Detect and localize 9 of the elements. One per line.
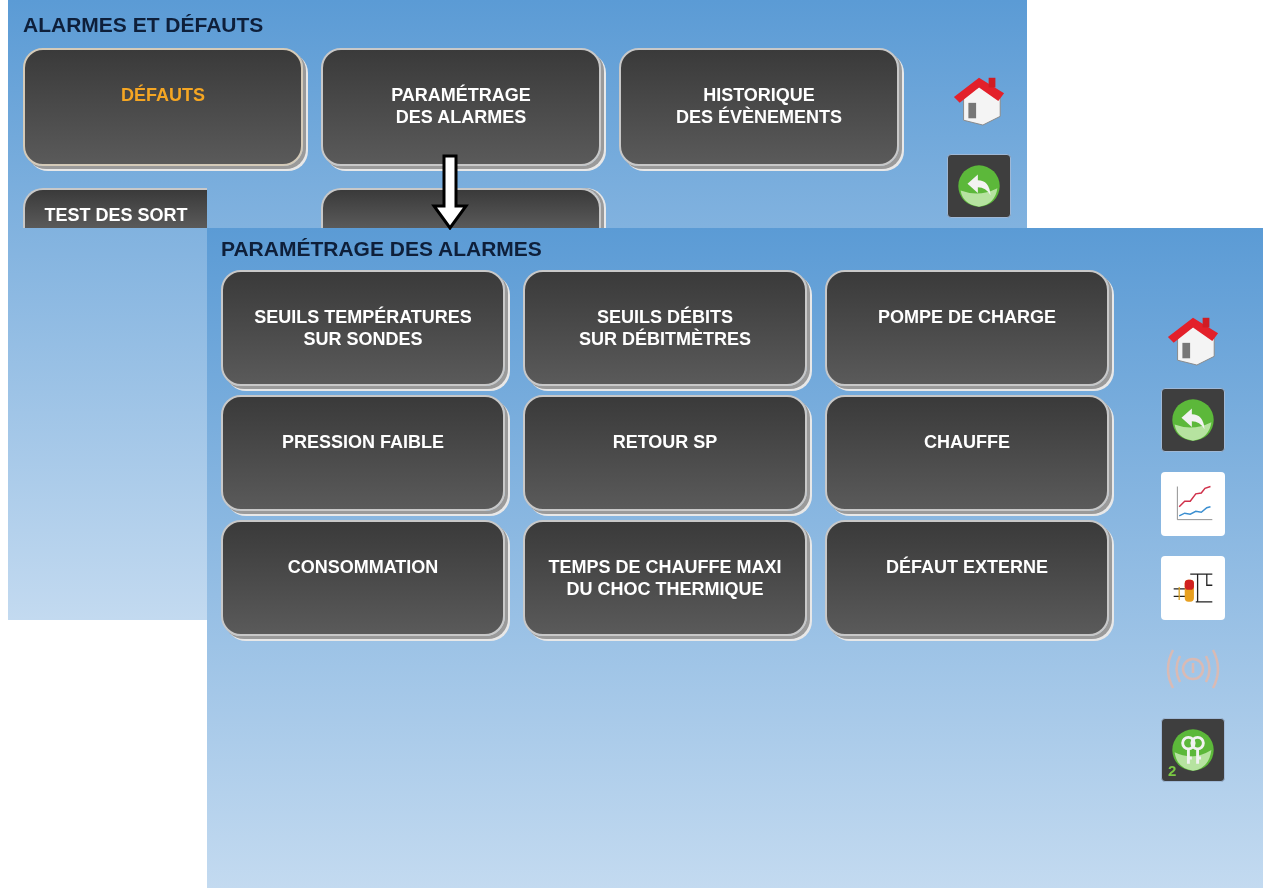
back-arrow-button[interactable] xyxy=(1161,388,1225,452)
boiler-schematic-button[interactable] xyxy=(1161,556,1225,620)
screen-title: ALARMES ET DÉFAUTS xyxy=(23,14,265,36)
screen-title: PARAMÉTRAGE DES ALARMES xyxy=(221,238,543,260)
badge-count: 2 xyxy=(1168,762,1177,779)
menu-button[interactable]: TEST DES SORT xyxy=(23,188,207,228)
back-arrow-button[interactable] xyxy=(947,154,1011,218)
line-chart-button[interactable] xyxy=(1161,472,1225,536)
keys-button[interactable]: 2 xyxy=(1161,718,1225,782)
